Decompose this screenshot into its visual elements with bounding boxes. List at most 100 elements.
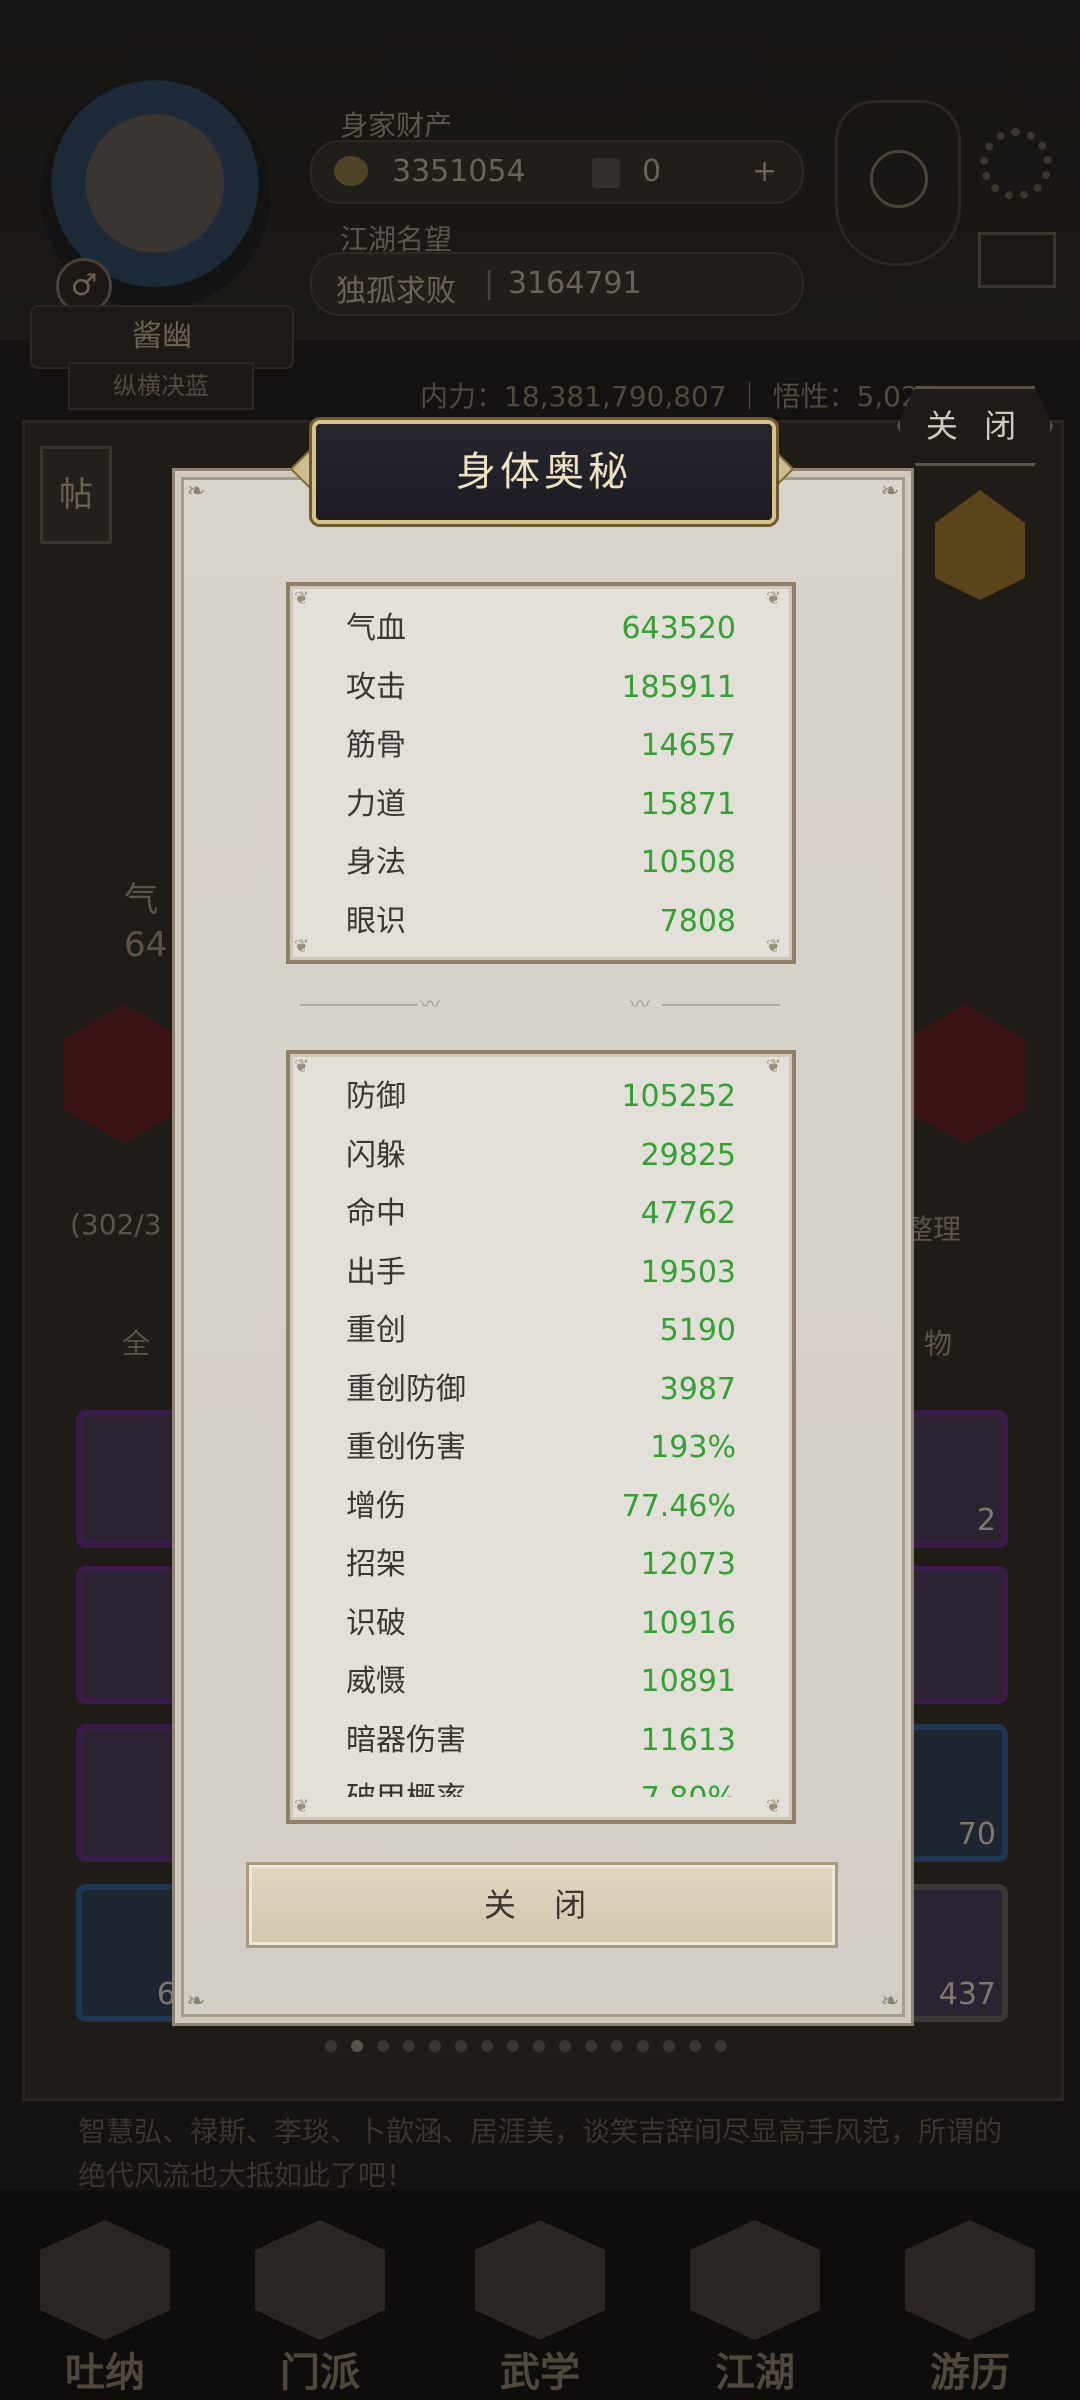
stat-row: 防御 105252 xyxy=(290,1068,792,1126)
stat-row: 重创伤害 193% xyxy=(290,1419,792,1477)
fame-value: 3164791 xyxy=(508,266,642,301)
gear-icon[interactable] xyxy=(980,128,1052,200)
stat-name: 眼识 xyxy=(346,904,406,939)
corner-ornament-icon: ❧ xyxy=(880,1989,900,2014)
secondary-stats-box[interactable]: ❦ ❦ ❦ ❦ 防御 105252 闪躲 29825 命中 47762 出手 19503… xyxy=(286,1050,796,1824)
gem-count: 0 xyxy=(642,154,662,189)
stat-value: 7808 xyxy=(659,904,736,939)
stat-name: 攻击 xyxy=(346,670,406,705)
stat-row: 重创 5190 xyxy=(290,1302,792,1360)
nav-label: 吐纳 xyxy=(65,2350,145,2396)
stat-value: 643520 xyxy=(621,611,736,646)
corner-ornament-icon: ❧ xyxy=(186,1989,206,2014)
corner-ornament-icon: ❦ xyxy=(294,1796,310,1817)
nav-sect[interactable]: 门派 xyxy=(245,2220,395,2396)
stat-row: 识破 10916 xyxy=(290,1595,792,1653)
post-icon[interactable]: 帖 xyxy=(40,446,112,544)
stat-value: 47762 xyxy=(640,1196,736,1231)
coin-count: 3351054 xyxy=(392,154,526,189)
stat-row: 身法 10508 xyxy=(290,834,792,892)
inventory-count: (302/3 xyxy=(70,1208,162,1241)
story-text: 智慧弘、禄斯、李琰、卜歆涵、居涯美，谈笑吉辞间尽显高手风范，所谓的绝代风流也大抵… xyxy=(78,2115,1003,2192)
stat-row: 威慑 10891 xyxy=(290,1653,792,1711)
stat-row: 眼识 7808 xyxy=(290,893,792,951)
stat-value: 185911 xyxy=(621,670,736,705)
stat-value: 14657 xyxy=(640,728,736,763)
dialog-title: 身体奥秘 xyxy=(456,449,632,495)
stat-name: 身法 xyxy=(346,845,406,880)
stat-row: 出手 19503 xyxy=(290,1244,792,1302)
stat-row: 闪躲 29825 xyxy=(290,1127,792,1185)
martial-icon xyxy=(475,2220,605,2340)
stat-value: 193% xyxy=(650,1430,736,1465)
primary-stats-box: ❦ ❦ ❦ ❦ 气血 643520 攻击 185911 筋骨 14657 力道 1587… xyxy=(286,582,796,964)
stat-value: 7.80% xyxy=(641,1770,736,1797)
nav-tuna[interactable]: 吐纳 xyxy=(30,2220,180,2396)
stat-name: 闪躲 xyxy=(346,1138,406,1173)
stat-name: 破甲概率 xyxy=(346,1770,466,1797)
corner-ornament-icon: ❦ xyxy=(766,1796,782,1817)
add-currency-button[interactable]: + xyxy=(752,154,777,189)
stat-name: 暗器伤害 xyxy=(346,1723,466,1758)
nav-travel[interactable]: 游历 xyxy=(895,2220,1045,2396)
inner-power-stats: 内力：18,381,790,807 ｜ 悟性：5,020,5 xyxy=(420,380,964,413)
secondary-stats-scroll[interactable]: 防御 105252 闪躲 29825 命中 47762 出手 19503 重创 5190 … xyxy=(290,1054,792,1797)
stat-value: 10916 xyxy=(640,1606,736,1641)
stat-value: 19503 xyxy=(640,1255,736,1290)
section-divider: 〰 〰 xyxy=(300,992,780,1016)
mail-icon[interactable] xyxy=(978,232,1056,288)
stat-row: 攻击 185911 xyxy=(290,659,792,717)
stat-name: 防御 xyxy=(346,1079,406,1114)
stat-name: 重创防御 xyxy=(346,1372,466,1407)
nav-label: 游历 xyxy=(930,2350,1010,2396)
stat-row: 暗器伤害 11613 xyxy=(290,1712,792,1770)
fame-bar: 独孤求败 | 3164791 xyxy=(310,252,804,316)
nav-label: 江湖 xyxy=(715,2350,795,2396)
close-button[interactable]: 关 闭 xyxy=(246,1862,838,1948)
travel-icon xyxy=(905,2220,1035,2340)
stat-row: 气血 643520 xyxy=(290,600,792,658)
jianghu-icon xyxy=(690,2220,820,2340)
stat-value: 5190 xyxy=(659,1313,736,1348)
stat-row: 重创防御 3987 xyxy=(290,1361,792,1419)
stat-name: 出手 xyxy=(346,1255,406,1290)
nav-label: 门派 xyxy=(280,2350,360,2396)
sect-name: 纵横决蓝 xyxy=(68,362,254,410)
slot-count: 437 xyxy=(938,1977,996,2012)
slot-count: 2 xyxy=(976,1503,996,1538)
tuna-icon xyxy=(40,2220,170,2340)
wealth-label: 身家财产 xyxy=(340,109,453,142)
nav-martial[interactable]: 武学 xyxy=(465,2220,615,2396)
stat-value: 29825 xyxy=(640,1138,736,1173)
dialog-title-plate: 身体奥秘 xyxy=(312,420,776,524)
bottom-nav: 吐纳 门派 武学 江湖 游历 xyxy=(0,2190,1080,2400)
taiji-icon xyxy=(870,150,928,208)
corner-ornament-icon: ❦ xyxy=(766,1056,782,1077)
stat-name: 威慑 xyxy=(346,1664,406,1699)
nav-label: 武学 xyxy=(500,2350,580,2396)
fame-title: 独孤求败 xyxy=(336,274,456,309)
stat-value: 105252 xyxy=(621,1079,736,1114)
nav-jianghu[interactable]: 江湖 xyxy=(680,2220,830,2396)
stat-name: 力道 xyxy=(346,787,406,822)
stat-name: 识破 xyxy=(346,1606,406,1641)
tab-all[interactable]: 全 xyxy=(122,1322,150,1362)
stat-name: 重创 xyxy=(346,1313,406,1348)
stat-value: 3987 xyxy=(659,1372,736,1407)
page-indicator xyxy=(318,2037,768,2057)
sect-icon xyxy=(255,2220,385,2340)
coin-icon xyxy=(334,156,368,186)
slot-count: 70 xyxy=(957,1817,996,1852)
stat-value: 11613 xyxy=(640,1723,736,1758)
stat-name: 重创伤害 xyxy=(346,1430,466,1465)
stat-value: 10891 xyxy=(640,1664,736,1699)
stat-value: 77.46% xyxy=(621,1489,736,1524)
close-top-button[interactable]: 关 闭 xyxy=(897,386,1053,466)
tab-items[interactable]: 物 xyxy=(924,1322,952,1362)
stat-name: 招架 xyxy=(346,1547,406,1582)
gem-icon xyxy=(592,158,620,188)
partial-label-a: 气 xyxy=(124,880,158,920)
stat-name: 命中 xyxy=(346,1196,406,1231)
currency-bar: 3351054 0 + xyxy=(310,140,804,204)
corner-ornament-icon: ❦ xyxy=(294,1056,310,1077)
